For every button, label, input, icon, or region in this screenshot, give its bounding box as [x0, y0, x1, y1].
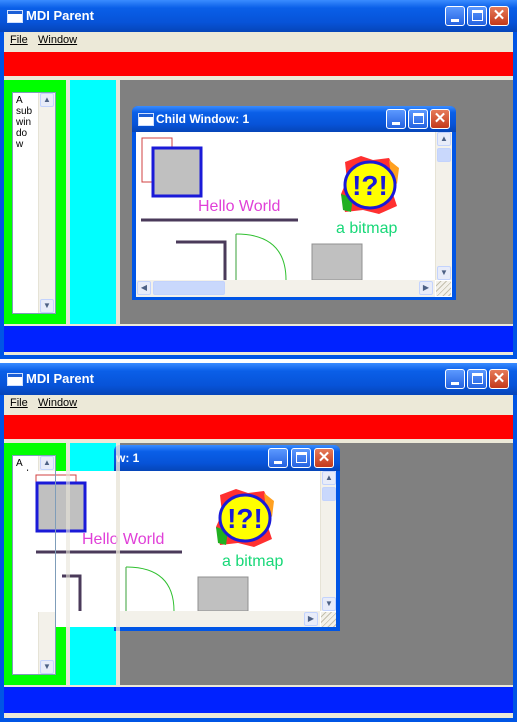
- scroll-up-button[interactable]: ▲: [437, 132, 451, 146]
- list-text: A sub win do w: [16, 95, 33, 150]
- splitter[interactable]: [66, 443, 70, 685]
- app-icon: [7, 373, 23, 386]
- menu-window[interactable]: Window: [38, 397, 77, 409]
- size-grip[interactable]: [321, 612, 336, 627]
- splitter[interactable]: [116, 443, 120, 685]
- scroll-down-button[interactable]: ▼: [40, 299, 54, 313]
- hello-world-text: Hello World: [198, 198, 281, 215]
- bitmap-glyph: !?!: [227, 503, 263, 534]
- green-panel: A sub win do w ▲ ▼: [4, 80, 66, 324]
- close-icon: ✕: [492, 370, 506, 387]
- gray-box: [311, 243, 363, 280]
- bitmap-logo-icon: !?!: [216, 489, 274, 547]
- bitmap-label: a bitmap: [336, 220, 398, 237]
- maximize-icon: [472, 10, 483, 21]
- scroll-down-button[interactable]: ▼: [322, 597, 336, 611]
- green-arc: [125, 566, 175, 611]
- menu-bar: File Window: [4, 395, 513, 413]
- child-vscroll[interactable]: ▲ ▼: [435, 132, 452, 280]
- maximize-button[interactable]: [467, 6, 487, 26]
- gray-box: [197, 576, 249, 611]
- maximize-icon: [472, 373, 483, 384]
- red-toolbar: [4, 415, 513, 439]
- minimize-icon: [451, 382, 459, 385]
- scroll-thumb[interactable]: [322, 487, 336, 501]
- maximize-icon: [413, 113, 424, 124]
- mdi-parent-window-bottom: MDI Parent ✕ File Window A sub win do w …: [0, 363, 517, 722]
- mdi-parent-window-top: MDI Parent ✕ File Window A sub win do w …: [0, 0, 517, 359]
- child-window[interactable]: Child Window: 1 ✕ Hello World !?! a bitm…: [132, 106, 456, 300]
- child-close-button[interactable]: ✕: [430, 109, 450, 129]
- sub-window-list-overlay[interactable]: ▼: [12, 455, 56, 675]
- child-title-bar[interactable]: Child Window: 1 ✕: [132, 106, 456, 132]
- child-maximize-button[interactable]: [408, 109, 428, 129]
- scroll-right-button[interactable]: ▶: [419, 281, 433, 295]
- minimize-button[interactable]: [445, 6, 465, 26]
- scroll-thumb[interactable]: [437, 148, 451, 162]
- window-title: MDI Parent: [26, 8, 94, 23]
- maximize-icon: [296, 452, 307, 463]
- bitmap-label: a bitmap: [222, 553, 284, 570]
- client-area: File Window A sub win do w ▲ ▼ Child Win…: [4, 32, 513, 355]
- red-toolbar: [4, 52, 513, 76]
- app-icon: [7, 10, 23, 23]
- blue-status-bar: [4, 687, 513, 713]
- close-icon: ✕: [492, 7, 506, 24]
- cyan-panel: [70, 80, 116, 324]
- close-icon: ✕: [317, 449, 331, 466]
- child-minimize-button[interactable]: [386, 109, 406, 129]
- sub-window-list[interactable]: A sub win do w ▲ ▼: [12, 92, 56, 314]
- child-icon: [138, 113, 154, 126]
- close-button[interactable]: ✕: [489, 369, 509, 389]
- menu-file[interactable]: File: [10, 34, 28, 46]
- green-arc: [235, 233, 287, 280]
- close-icon: ✕: [433, 110, 447, 127]
- bitmap-glyph: !?!: [352, 170, 388, 201]
- scroll-up-button[interactable]: ▲: [40, 93, 54, 107]
- size-grip[interactable]: [436, 281, 451, 296]
- bitmap-logo-icon: !?!: [341, 156, 399, 214]
- mdi-client-area[interactable]: Child Window: 1 ✕ Hello World !?! a bitm…: [120, 80, 513, 324]
- scroll-right-button[interactable]: ▶: [304, 612, 318, 626]
- child-hscroll[interactable]: ▶: [120, 611, 320, 627]
- bitmap-image: !?!: [339, 154, 401, 216]
- child-title: Child Window: 1: [156, 112, 250, 126]
- minimize-icon: [451, 19, 459, 22]
- window-title: MDI Parent: [26, 371, 94, 386]
- child-close-button[interactable]: ✕: [314, 448, 334, 468]
- bitmap-image: !?!: [214, 487, 276, 549]
- scroll-down-button[interactable]: ▼: [40, 660, 54, 674]
- minimize-icon: [274, 461, 282, 464]
- minimize-icon: [392, 122, 400, 125]
- title-bar[interactable]: MDI Parent ✕: [0, 363, 517, 395]
- child-title-bar[interactable]: w: 1 ✕: [114, 445, 340, 471]
- title-bar[interactable]: MDI Parent ✕: [0, 0, 517, 32]
- scroll-up-button[interactable]: ▲: [322, 471, 336, 485]
- blue-status-bar: [4, 326, 513, 352]
- maximize-button[interactable]: [467, 369, 487, 389]
- menu-window[interactable]: Window: [38, 34, 77, 46]
- child-minimize-button[interactable]: [268, 448, 288, 468]
- menu-bar: File Window: [4, 32, 513, 50]
- corner-line: [176, 240, 227, 280]
- gray-square: [151, 146, 203, 198]
- child-canvas[interactable]: Hello World !?! a bitmap ▲ ▼ ◀ ▶: [136, 132, 452, 297]
- client-area: File Window A sub win do w ▲ ▼ w: 1 ✕: [4, 395, 513, 718]
- scroll-down-button[interactable]: ▼: [437, 266, 451, 280]
- child-hscroll[interactable]: ◀ ▶: [136, 280, 435, 297]
- menu-file[interactable]: File: [10, 397, 28, 409]
- scroll-thumb[interactable]: [153, 281, 225, 295]
- minimize-button[interactable]: [445, 369, 465, 389]
- hello-world-text: Hello World: [82, 531, 165, 548]
- child-vscroll[interactable]: ▲ ▼: [320, 471, 336, 611]
- child-canvas[interactable]: Hello World !?! a bitmap ▲ ▼ ▶: [16, 471, 336, 627]
- child-maximize-button[interactable]: [291, 448, 311, 468]
- close-button[interactable]: ✕: [489, 6, 509, 26]
- list-scrollbar[interactable]: ▼: [38, 612, 55, 674]
- corner-line: [62, 574, 82, 611]
- list-scrollbar[interactable]: ▲ ▼: [38, 93, 55, 313]
- scroll-left-button[interactable]: ◀: [137, 281, 151, 295]
